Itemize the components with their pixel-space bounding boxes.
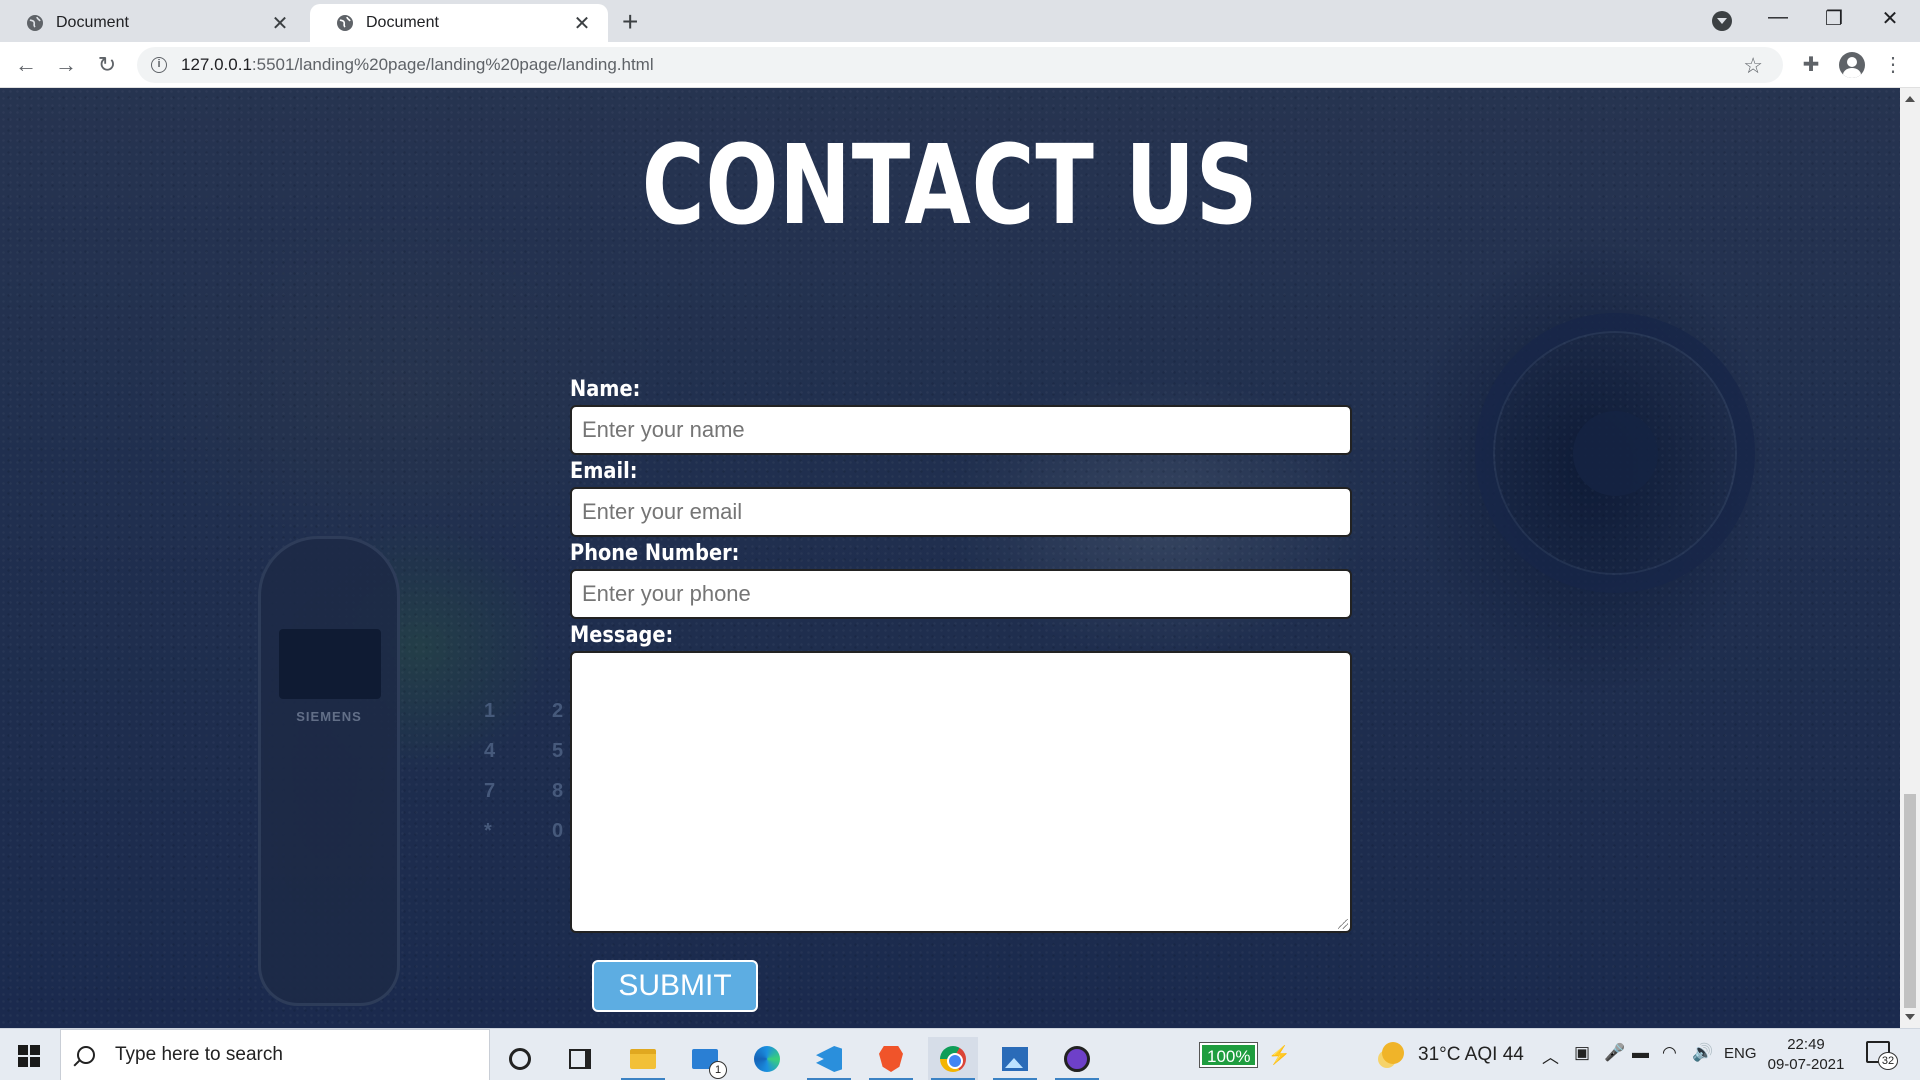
tab-document-2[interactable]: Document ✕: [310, 4, 608, 42]
search-placeholder: Type here to search: [115, 1044, 283, 1065]
notifications-icon[interactable]: 32: [1866, 1041, 1898, 1070]
menu-icon[interactable]: ⋮: [1880, 52, 1906, 78]
clock-time: 22:49: [1787, 1036, 1825, 1053]
chrome-icon[interactable]: [928, 1037, 978, 1080]
scroll-down-icon[interactable]: [1905, 1014, 1915, 1020]
scroll-up-icon[interactable]: [1905, 96, 1915, 102]
name-input[interactable]: Enter your name: [570, 405, 1352, 455]
meet-now-icon[interactable]: ▣: [1574, 1043, 1590, 1063]
tab-strip: Document ✕ Document ✕ + — ❐ ✕: [0, 0, 1920, 42]
battery-icon[interactable]: ▬: [1632, 1043, 1649, 1063]
vscode-icon[interactable]: [804, 1037, 854, 1080]
clock-date: 09-07-2021: [1767, 1056, 1845, 1073]
edge-icon[interactable]: [742, 1037, 792, 1080]
brave-icon[interactable]: [866, 1037, 916, 1080]
battery-indicator[interactable]: 100%: [1198, 1042, 1259, 1068]
weather-text[interactable]: 31°C AQI 44: [1418, 1044, 1524, 1066]
taskbar-search-input[interactable]: Type here to search: [60, 1029, 490, 1080]
phone-input[interactable]: Enter your phone: [570, 569, 1352, 619]
reload-icon[interactable]: ↻: [93, 51, 121, 79]
file-explorer-icon[interactable]: [618, 1037, 668, 1080]
close-tab-icon[interactable]: ✕: [572, 11, 592, 36]
clock[interactable]: 22:49 09-07-2021: [1766, 1035, 1846, 1075]
bookmark-star-icon[interactable]: ☆: [1743, 53, 1763, 79]
mail-icon[interactable]: 1: [680, 1037, 730, 1080]
email-label: Email:: [570, 459, 638, 484]
phone-label: Phone Number:: [570, 541, 740, 566]
github-desktop-icon[interactable]: [1052, 1037, 1102, 1080]
browser-toolbar: ← → ↻ i 127.0.0.1:5501/landing%20page/la…: [0, 42, 1920, 88]
email-input[interactable]: Enter your email: [570, 487, 1352, 537]
forward-icon[interactable]: →: [52, 51, 80, 79]
cortana-icon[interactable]: [495, 1037, 545, 1080]
contact-form: Name: Enter your name Email: Enter your …: [570, 373, 1352, 933]
profile-avatar-icon[interactable]: [1839, 52, 1865, 78]
wifi-icon[interactable]: ◠: [1662, 1043, 1677, 1063]
globe-icon: [27, 15, 43, 31]
extensions-icon[interactable]: ✚: [1798, 52, 1824, 78]
restore-icon[interactable]: ❐: [1814, 6, 1854, 31]
message-textarea[interactable]: [570, 651, 1352, 933]
taskbar: Type here to search 1 100% ⚡ 31°C AQI 44…: [0, 1028, 1920, 1080]
page-scrollbar[interactable]: [1900, 88, 1920, 1028]
submit-button[interactable]: SUBMIT: [592, 960, 758, 1012]
task-view-icon[interactable]: [555, 1037, 605, 1080]
tab-title: Document: [56, 14, 129, 31]
mail-badge: 1: [709, 1061, 727, 1079]
photos-icon[interactable]: [990, 1037, 1040, 1080]
site-info-icon[interactable]: i: [151, 57, 167, 73]
minimize-icon[interactable]: —: [1758, 6, 1798, 29]
close-tab-icon[interactable]: ✕: [270, 11, 290, 36]
volume-icon[interactable]: 🔊: [1692, 1043, 1713, 1063]
notification-count: 32: [1878, 1052, 1898, 1070]
charging-icon: ⚡: [1268, 1045, 1291, 1065]
chevron-up-icon[interactable]: ︿: [1542, 1043, 1559, 1068]
tab-document-1[interactable]: Document ✕: [0, 4, 306, 42]
back-icon[interactable]: ←: [12, 51, 40, 79]
search-icon: [77, 1046, 95, 1064]
new-tab-button[interactable]: +: [622, 8, 638, 36]
message-label: Message:: [570, 623, 674, 648]
globe-icon: [337, 15, 353, 31]
close-window-icon[interactable]: ✕: [1870, 6, 1910, 31]
language-indicator[interactable]: ENG: [1724, 1045, 1757, 1062]
url-text: 127.0.0.1:5501/landing%20page/landing%20…: [181, 55, 654, 74]
name-label: Name:: [570, 377, 641, 402]
microphone-icon[interactable]: 🎤: [1604, 1043, 1625, 1063]
tab-title: Document: [366, 14, 439, 31]
page-title: CONTACT US: [641, 121, 1259, 249]
scroll-thumb[interactable]: [1904, 794, 1916, 1008]
weather-icon[interactable]: [1382, 1042, 1404, 1064]
windows-start-icon[interactable]: [18, 1045, 40, 1067]
tab-search-icon[interactable]: [1712, 11, 1732, 31]
address-bar[interactable]: i 127.0.0.1:5501/landing%20page/landing%…: [137, 47, 1783, 83]
